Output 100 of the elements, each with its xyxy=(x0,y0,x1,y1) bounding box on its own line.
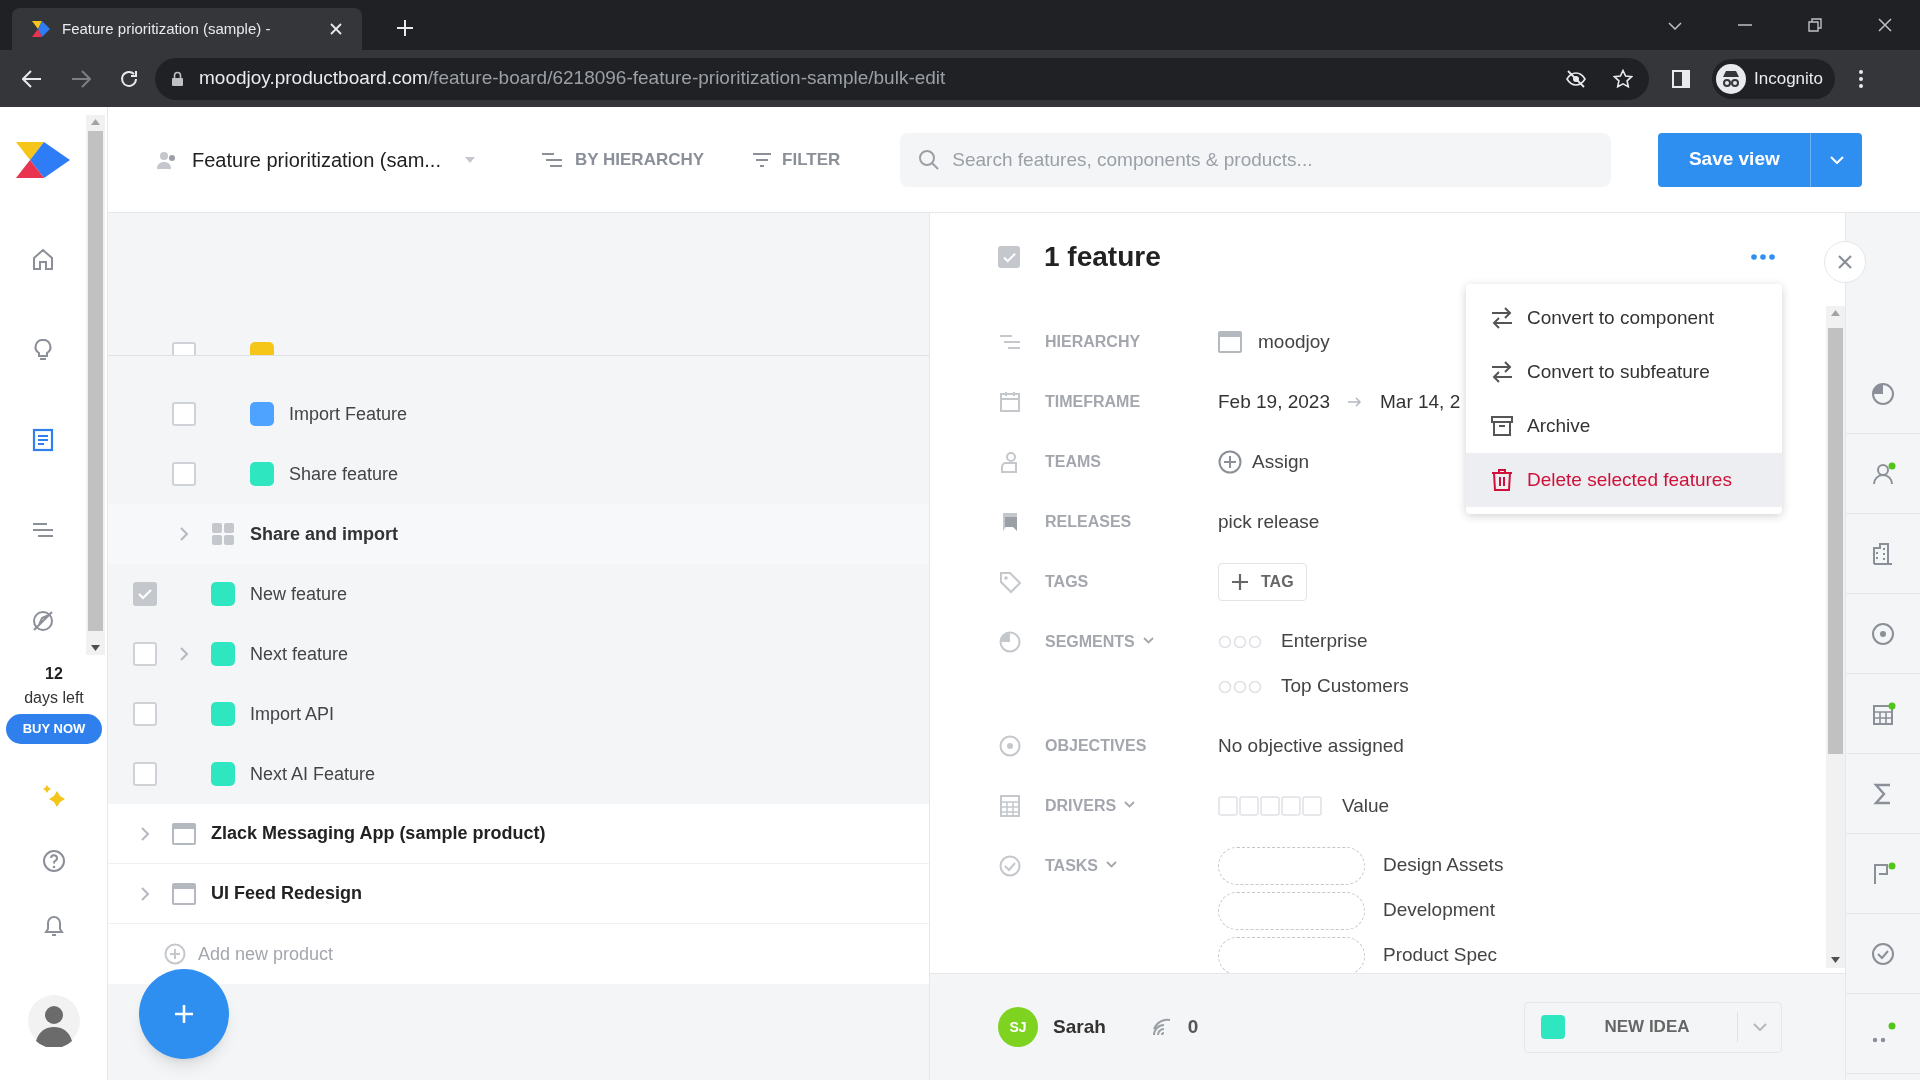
url-text: moodjoy.productboard.com/feature-board/6218096-feature-prioritization-sample/bulk-edit xyxy=(199,66,946,91)
insight-count: 0 xyxy=(1187,1014,1199,1039)
component-name[interactable]: Share and import xyxy=(250,520,399,548)
field-label: DRIVERS xyxy=(1045,796,1117,816)
address-bar[interactable]: moodjoy.productboard.com/feature-board/6218096-feature-prioritization-sample/bulk-edit xyxy=(155,57,1649,100)
chevron-icon[interactable] xyxy=(178,646,189,662)
archive-icon xyxy=(1490,414,1514,438)
select-all-checkbox[interactable] xyxy=(998,246,1020,268)
menu-item[interactable]: Archive xyxy=(1466,399,1782,453)
scrollbar-thumb[interactable] xyxy=(88,131,103,631)
users-icon xyxy=(156,149,178,170)
reload-icon[interactable] xyxy=(119,68,139,89)
chevron-down-icon xyxy=(1829,155,1844,164)
tab-list-icon[interactable] xyxy=(1668,22,1682,30)
home-icon[interactable] xyxy=(30,247,56,273)
field-label: TASKS xyxy=(1045,856,1099,876)
feature-name[interactable]: Share feature xyxy=(289,460,399,488)
target-icon[interactable] xyxy=(1870,620,1896,647)
end-date[interactable]: Mar 14, 2 xyxy=(1380,387,1461,417)
scroll-up-icon[interactable] xyxy=(91,119,100,125)
browser-tab[interactable]: Feature prioritization (sample) - xyxy=(12,8,362,50)
plus-icon xyxy=(1231,573,1249,591)
restore-icon[interactable] xyxy=(1808,18,1822,32)
calculator-icon[interactable] xyxy=(1870,700,1896,727)
menu-item[interactable]: Convert to subfeature xyxy=(1466,345,1782,399)
logo-icon xyxy=(32,21,50,37)
product-name[interactable]: UI Feed Redesign xyxy=(211,880,363,907)
checkbox[interactable] xyxy=(171,402,196,426)
scroll-down-icon[interactable] xyxy=(91,645,100,651)
board-selector[interactable]: Feature prioritization (sam... xyxy=(156,144,475,175)
chevron-icon[interactable] xyxy=(178,526,189,542)
checkbox[interactable] xyxy=(132,762,157,786)
check-circle-icon[interactable] xyxy=(1870,940,1896,967)
trial-label: days left xyxy=(24,688,84,708)
field-label: HIERARCHY xyxy=(1045,332,1141,352)
buy-now-button[interactable]: BUY NOW xyxy=(6,714,102,744)
feed-icon xyxy=(1151,1018,1172,1036)
check-icon xyxy=(137,588,152,600)
chevron-icon[interactable] xyxy=(139,825,150,842)
release-picker[interactable]: pick release xyxy=(1218,507,1320,537)
search-icon xyxy=(918,148,941,171)
back-icon[interactable] xyxy=(22,69,42,88)
eye-off-icon[interactable] xyxy=(1565,68,1587,89)
feature-name[interactable]: Import Feature xyxy=(289,400,408,428)
user-avatar: SJ xyxy=(998,1007,1038,1047)
start-date[interactable]: Feb 19, 2023 xyxy=(1218,387,1330,417)
compass-icon[interactable] xyxy=(30,608,56,634)
feature-name[interactable]: New feature xyxy=(250,580,348,608)
checkbox[interactable] xyxy=(171,462,196,486)
bell-icon[interactable] xyxy=(42,913,66,939)
field-label: RELEASES xyxy=(1045,512,1132,532)
sparkle-icon[interactable] xyxy=(41,783,67,809)
filter-icon xyxy=(752,151,773,168)
field-label: TEAMS xyxy=(1045,452,1101,472)
chevron-down-icon xyxy=(1124,800,1136,808)
arrow-icon xyxy=(1348,397,1362,407)
chevron-down-icon xyxy=(1752,1023,1767,1031)
checkbox[interactable] xyxy=(132,642,157,666)
grid-icon xyxy=(210,522,235,546)
profile-button[interactable]: Incognito xyxy=(1712,58,1835,99)
window-icon xyxy=(171,882,196,905)
menu-icon[interactable] xyxy=(1859,69,1863,88)
feature-name[interactable]: Next AI Feature xyxy=(250,760,376,788)
menu-item[interactable]: Delete selected features xyxy=(1466,453,1782,507)
chevron-icon[interactable] xyxy=(139,885,150,902)
menu-item[interactable]: Convert to component xyxy=(1466,291,1782,345)
checkbox[interactable] xyxy=(132,582,157,606)
window-icon xyxy=(1218,331,1242,353)
feature-name[interactable]: Next feature xyxy=(250,640,349,668)
star-icon[interactable] xyxy=(1613,68,1633,89)
hierarchy-value[interactable]: moodjoy xyxy=(1258,327,1330,357)
chevron-down-icon xyxy=(1142,636,1154,644)
checkbox[interactable] xyxy=(132,702,157,726)
add-tag-button[interactable]: TAG xyxy=(1218,563,1307,601)
scrollbar-thumb[interactable] xyxy=(1828,328,1843,754)
close-icon xyxy=(1838,255,1852,269)
search-field[interactable]: Search features, components & products... xyxy=(900,132,1612,187)
scroll-up-icon[interactable] xyxy=(1831,310,1840,316)
close-icon[interactable] xyxy=(1878,18,1892,32)
document-icon[interactable] xyxy=(30,427,56,453)
forward-icon[interactable] xyxy=(71,69,91,88)
pie-icon[interactable] xyxy=(1870,380,1896,407)
avatar-icon[interactable] xyxy=(28,995,80,1047)
window-icon xyxy=(171,822,196,845)
close-button[interactable] xyxy=(1824,241,1866,283)
new-tab-icon[interactable] xyxy=(396,19,414,37)
product-name[interactable]: Zlack Messaging App (sample product) xyxy=(211,820,546,847)
help-icon[interactable] xyxy=(42,849,66,873)
check-circle-icon xyxy=(998,854,1022,878)
scroll-down-icon[interactable] xyxy=(1831,957,1840,963)
lock-icon xyxy=(171,70,184,87)
trash-icon xyxy=(1490,468,1514,492)
pie-icon xyxy=(998,630,1022,654)
feature-name[interactable]: Import API xyxy=(250,700,335,728)
side-panel-icon[interactable] xyxy=(1672,69,1690,88)
assign-button[interactable]: Assign xyxy=(1218,447,1310,477)
person-icon[interactable] xyxy=(1870,460,1896,487)
swap-icon xyxy=(1490,360,1514,384)
more-icon[interactable] xyxy=(1751,254,1775,260)
field-label: SEGMENTS xyxy=(1045,632,1135,652)
